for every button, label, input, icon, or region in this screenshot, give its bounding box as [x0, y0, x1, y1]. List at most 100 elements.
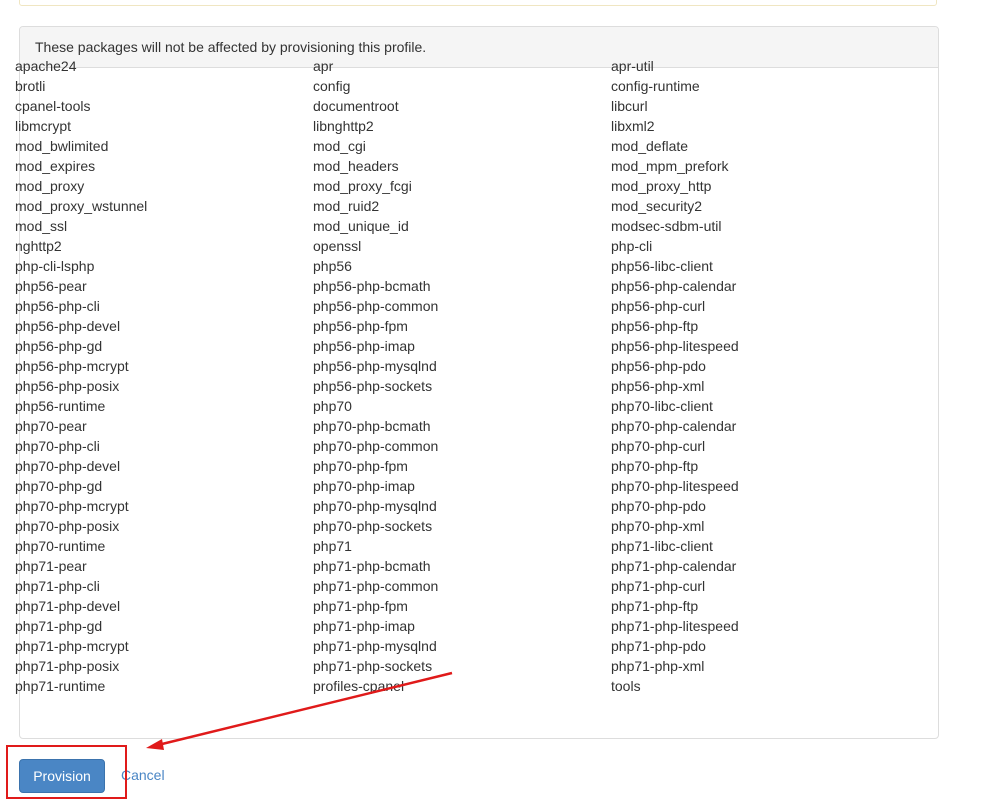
package-item: php71-php-pdo — [611, 638, 706, 654]
package-item: mod_proxy_http — [611, 178, 712, 194]
package-item: php71-php-imap — [313, 618, 415, 634]
package-item: php56-php-devel — [15, 318, 121, 334]
package-item: mod_security2 — [611, 198, 703, 214]
package-item: php71-php-posix — [15, 658, 120, 674]
package-item: php56-php-xml — [611, 378, 705, 394]
package-item: php71-php-devel — [15, 598, 121, 614]
package-item: php71-php-curl — [611, 578, 706, 594]
package-item: php71-php-common — [313, 578, 439, 594]
package-item: php70-php-litespeed — [611, 478, 739, 494]
package-item: php70-php-calendar — [611, 418, 737, 434]
package-item: php70-php-posix — [15, 518, 120, 534]
package-item: php71-runtime — [15, 678, 106, 694]
package-item: php71-php-gd — [15, 618, 103, 634]
package-item: mod_proxy_wstunnel — [15, 198, 148, 214]
package-item: php70-php-ftp — [611, 458, 699, 474]
package-item: php70-php-pdo — [611, 498, 706, 514]
package-item: apr — [313, 58, 334, 74]
package-item: php70 — [313, 398, 352, 414]
package-item: php56-php-litespeed — [611, 338, 739, 354]
previous-panel-edge — [19, 0, 937, 6]
package-item: openssl — [313, 238, 362, 254]
package-item: php70-php-common — [313, 438, 439, 454]
package-item: php56 — [313, 258, 352, 274]
package-item: php70-php-xml — [611, 518, 705, 534]
package-item: php70-php-sockets — [313, 518, 433, 534]
package-item: apr-util — [611, 58, 654, 74]
package-item: mod_mpm_prefork — [611, 158, 729, 174]
package-item: php71-php-cli — [15, 578, 100, 594]
package-item: brotli — [15, 78, 46, 94]
package-item: config-runtime — [611, 78, 700, 94]
package-item: mod_proxy — [15, 178, 85, 194]
package-item: php56-libc-client — [611, 258, 713, 274]
package-item: mod_unique_id — [313, 218, 409, 234]
package-list: apache24 apr apr-util brotli config config-ru… — [15, 56, 909, 696]
package-item: php56-php-curl — [611, 298, 706, 314]
package-item: php70-php-mysqlnd — [313, 498, 437, 514]
package-item: php56-php-mysqlnd — [313, 358, 437, 374]
provision-button[interactable]: Provision — [19, 759, 105, 793]
package-item: php71-php-ftp — [611, 598, 699, 614]
package-item: profiles-cpanel — [313, 678, 405, 694]
package-item: php70-libc-client — [611, 398, 713, 414]
package-item: php56-pear — [15, 278, 87, 294]
package-item: mod_deflate — [611, 138, 689, 154]
package-item: tools — [611, 678, 641, 694]
package-item: php70-php-gd — [15, 478, 103, 494]
package-item: libxml2 — [611, 118, 655, 134]
package-item: php56-runtime — [15, 398, 106, 414]
package-item: php70-php-imap — [313, 478, 415, 494]
package-item: mod_proxy_fcgi — [313, 178, 412, 194]
package-item: php71-php-fpm — [313, 598, 408, 614]
package-item: php56-php-sockets — [313, 378, 433, 394]
package-item: php56-php-gd — [15, 338, 103, 354]
package-item: php56-php-bcmath — [313, 278, 431, 294]
package-item: php56-php-fpm — [313, 318, 408, 334]
package-item: php70-php-fpm — [313, 458, 408, 474]
package-item: php56-php-common — [313, 298, 439, 314]
package-item: libnghttp2 — [313, 118, 374, 134]
package-item: config — [313, 78, 351, 94]
package-item: nghttp2 — [15, 238, 62, 254]
package-item: libcurl — [611, 98, 648, 114]
package-item: php70-runtime — [15, 538, 106, 554]
package-item: php-cli — [611, 238, 653, 254]
package-item: php70-php-devel — [15, 458, 121, 474]
annotation-arrow-head — [146, 739, 164, 750]
package-item: mod_cgi — [313, 138, 366, 154]
package-item: libmcrypt — [15, 118, 72, 134]
package-item: php71-php-mcrypt — [15, 638, 129, 654]
package-item: php56-php-posix — [15, 378, 120, 394]
package-item: php56-php-mcrypt — [15, 358, 129, 374]
package-item: php56-php-calendar — [611, 278, 737, 294]
package-item: php70-php-cli — [15, 438, 100, 454]
package-item: mod_headers — [313, 158, 399, 174]
package-item: php56-php-pdo — [611, 358, 706, 374]
package-item: php71-php-sockets — [313, 658, 433, 674]
cancel-link[interactable]: Cancel — [121, 767, 165, 783]
package-item: modsec-sdbm-util — [611, 218, 722, 234]
package-item: php71-php-calendar — [611, 558, 737, 574]
package-item: php70-php-bcmath — [313, 418, 431, 434]
package-item: php71-php-xml — [611, 658, 705, 674]
package-item: php56-php-ftp — [611, 318, 699, 334]
package-item: mod_ruid2 — [313, 198, 380, 214]
package-item: php70-php-curl — [611, 438, 706, 454]
package-item: php71-libc-client — [611, 538, 713, 554]
package-item: cpanel-tools — [15, 98, 91, 114]
package-item: php71-php-litespeed — [611, 618, 739, 634]
package-item: mod_expires — [15, 158, 96, 174]
package-item: php56-php-imap — [313, 338, 415, 354]
package-item: php71-php-bcmath — [313, 558, 431, 574]
package-item: php56-php-cli — [15, 298, 100, 314]
package-item: documentroot — [313, 98, 399, 114]
package-item: php70-pear — [15, 418, 87, 434]
package-item: php71-php-mysqlnd — [313, 638, 437, 654]
package-item: php-cli-lsphp — [15, 258, 95, 274]
package-item: apache24 — [15, 58, 77, 74]
package-item: php71-pear — [15, 558, 87, 574]
package-item: php70-php-mcrypt — [15, 498, 129, 514]
package-item: php71 — [313, 538, 352, 554]
package-item: mod_bwlimited — [15, 138, 109, 154]
